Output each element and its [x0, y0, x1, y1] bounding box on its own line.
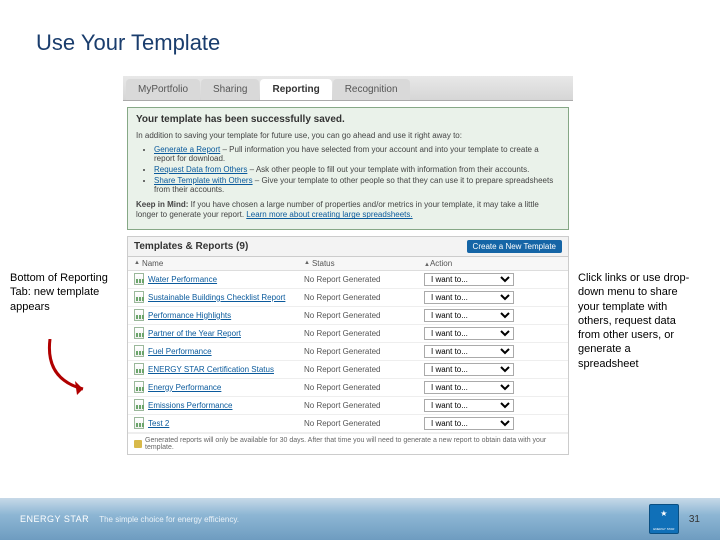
- slide-footer: ENERGY STAR The simple choice for energy…: [0, 498, 720, 540]
- report-icon: [134, 399, 144, 411]
- tab-sharing[interactable]: Sharing: [201, 79, 259, 100]
- table-row: Energy Performance No Report GeneratedI w…: [128, 379, 568, 397]
- status-text: No Report Generated: [304, 365, 424, 374]
- action-select[interactable]: I want to...: [424, 273, 514, 286]
- info-icon: [134, 440, 142, 448]
- templates-reports-panel: Templates & Reports (9) Create a New Tem…: [127, 236, 569, 455]
- tab-reporting[interactable]: Reporting: [260, 79, 331, 100]
- list-item: Share Template with Others – Give your t…: [154, 176, 560, 194]
- template-name-link[interactable]: Energy Performance: [148, 383, 221, 392]
- tab-recognition[interactable]: Recognition: [333, 79, 410, 100]
- status-text: No Report Generated: [304, 347, 424, 356]
- list-item: Generate a Report – Pull information you…: [154, 145, 560, 163]
- col-status[interactable]: Status: [312, 259, 335, 268]
- main-screenshot: MyPortfolio Sharing Reporting Recognitio…: [123, 76, 573, 455]
- table-row: Test 2 No Report GeneratedI want to...: [128, 415, 568, 433]
- col-name[interactable]: Name: [142, 259, 163, 268]
- template-name-link[interactable]: Water Performance: [148, 275, 217, 284]
- footer-tagline: The simple choice for energy efficiency.: [99, 515, 239, 524]
- report-icon: [134, 273, 144, 285]
- action-select[interactable]: I want to...: [424, 381, 514, 394]
- report-icon: [134, 327, 144, 339]
- status-text: No Report Generated: [304, 383, 424, 392]
- template-name-link[interactable]: Partner of the Year Report: [148, 329, 241, 338]
- table-row: Sustainable Buildings Checklist Report No…: [128, 289, 568, 307]
- list-item-text: – Ask other people to fill out your temp…: [247, 165, 529, 174]
- template-name-link[interactable]: Fuel Performance: [148, 347, 212, 356]
- list-item: Request Data from Others – Ask other peo…: [154, 165, 560, 174]
- left-annotation: Bottom of Reporting Tab: new template ap…: [10, 76, 118, 455]
- create-new-template-button[interactable]: Create a New Template: [467, 240, 562, 253]
- sort-caret-icon[interactable]: ▲: [304, 260, 310, 266]
- footer-right: 31: [649, 504, 700, 534]
- sort-caret-icon[interactable]: ▲: [134, 260, 140, 266]
- action-select[interactable]: I want to...: [424, 327, 514, 340]
- success-intro: In addition to saving your template for …: [136, 131, 560, 140]
- footer-left: ENERGY STAR The simple choice for energy…: [20, 514, 239, 524]
- report-icon: [134, 345, 144, 357]
- template-name-link[interactable]: Emissions Performance: [148, 401, 232, 410]
- share-template-link[interactable]: Share Template with Others: [154, 176, 253, 185]
- annotation-arrow-icon: [45, 339, 118, 399]
- table-row: Emissions Performance No Report Generated…: [128, 397, 568, 415]
- footer-brand: ENERGY STAR: [20, 514, 89, 524]
- content-wrapper: Bottom of Reporting Tab: new template ap…: [0, 66, 720, 455]
- request-data-link[interactable]: Request Data from Others: [154, 165, 247, 174]
- left-note-text: Bottom of Reporting Tab: new template ap…: [10, 271, 118, 314]
- generated-note-text: Generated reports will only be available…: [145, 437, 562, 451]
- energy-star-logo-icon: [649, 504, 679, 534]
- report-icon: [134, 417, 144, 429]
- report-icon: [134, 381, 144, 393]
- success-message-box: Your template has been successfully save…: [127, 107, 569, 230]
- col-action: Action: [430, 259, 452, 268]
- status-text: No Report Generated: [304, 329, 424, 338]
- templates-heading: Templates & Reports (9): [134, 241, 248, 252]
- status-text: No Report Generated: [304, 275, 424, 284]
- status-text: No Report Generated: [304, 401, 424, 410]
- template-name-link[interactable]: Performance Highlights: [148, 311, 231, 320]
- action-select[interactable]: I want to...: [424, 417, 514, 430]
- keep-in-mind-text: Keep in Mind: If you have chosen a large…: [136, 200, 560, 221]
- report-icon: [134, 309, 144, 321]
- tab-myportfolio[interactable]: MyPortfolio: [126, 79, 200, 100]
- table-row: Fuel Performance No Report GeneratedI wan…: [128, 343, 568, 361]
- right-note-text: Click links or use drop-down menu to sha…: [578, 271, 693, 371]
- success-action-list: Generate a Report – Pull information you…: [136, 145, 560, 194]
- action-select[interactable]: I want to...: [424, 345, 514, 358]
- status-text: No Report Generated: [304, 293, 424, 302]
- action-select[interactable]: I want to...: [424, 363, 514, 376]
- action-select[interactable]: I want to...: [424, 399, 514, 412]
- table-row: ENERGY STAR Certification Status No Repor…: [128, 361, 568, 379]
- template-name-link[interactable]: Test 2: [148, 419, 169, 428]
- generate-report-link[interactable]: Generate a Report: [154, 145, 220, 154]
- templates-panel-header: Templates & Reports (9) Create a New Tem…: [128, 237, 568, 257]
- report-icon: [134, 291, 144, 303]
- template-name-link[interactable]: ENERGY STAR Certification Status: [148, 365, 274, 374]
- report-icon: [134, 363, 144, 375]
- table-row: Partner of the Year Report No Report Gene…: [128, 325, 568, 343]
- generated-note: Generated reports will only be available…: [128, 433, 568, 454]
- nav-tabs: MyPortfolio Sharing Reporting Recognitio…: [123, 76, 573, 101]
- learn-more-link[interactable]: Learn more about creating large spreadsh…: [246, 210, 412, 219]
- status-text: No Report Generated: [304, 419, 424, 428]
- page-number: 31: [689, 514, 700, 525]
- status-text: No Report Generated: [304, 311, 424, 320]
- table-row: Water Performance No Report GeneratedI wa…: [128, 271, 568, 289]
- keep-mind-bold: Keep in Mind:: [136, 200, 188, 209]
- template-name-link[interactable]: Sustainable Buildings Checklist Report: [148, 293, 285, 302]
- slide-title: Use Your Template: [0, 0, 720, 66]
- action-select[interactable]: I want to...: [424, 309, 514, 322]
- action-select[interactable]: I want to...: [424, 291, 514, 304]
- right-annotation: Click links or use drop-down menu to sha…: [578, 76, 693, 455]
- table-header: ▲Name ▲Status ▲Action: [128, 257, 568, 271]
- table-row: Performance Highlights No Report Generate…: [128, 307, 568, 325]
- success-title: Your template has been successfully save…: [136, 114, 560, 125]
